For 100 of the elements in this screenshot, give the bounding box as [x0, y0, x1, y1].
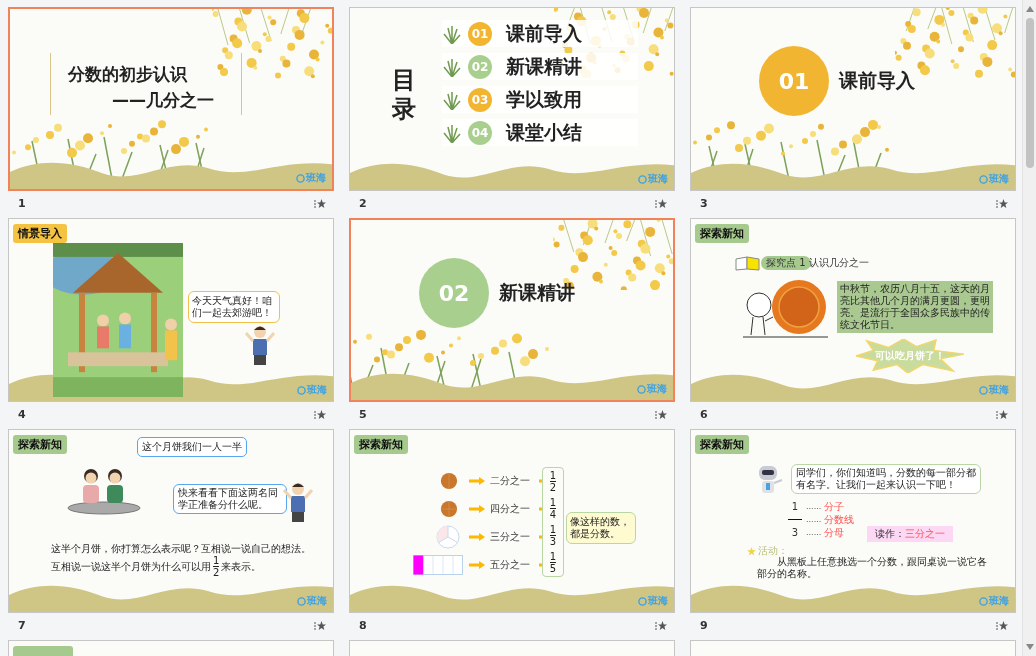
scroll-up-icon[interactable]	[1025, 6, 1034, 12]
animation-star-icon[interactable]	[655, 409, 667, 420]
logo-text: 班海	[647, 382, 667, 396]
fraction: 1 5	[549, 551, 557, 574]
reading-label: 读作：	[875, 528, 905, 539]
logo-icon	[979, 596, 988, 606]
logo-text: 班海	[989, 594, 1009, 608]
logo-icon	[638, 174, 647, 184]
mooncake-icon	[440, 500, 458, 518]
number-circle: 03	[468, 87, 492, 112]
part-name: 分数线	[824, 512, 855, 527]
slide-thumbnail[interactable]: 班海 探索新知 同学们，你们知道吗，分数的每一部分都有名字。让我们一起来认识一下吧！ 1 ...... 分子 ...... 分数线 3 ...... 分母 读作：三分之一 活动： 从黑板上任意挑选一个分数，跟同桌说一说它各部分的名称。	[690, 429, 1016, 613]
question-text: 这半个月饼，你打算怎么表示呢？互相说一说自己的想法。	[51, 542, 311, 556]
animation-star-icon[interactable]	[655, 198, 667, 209]
book-icon	[735, 255, 761, 271]
slide-thumbnail[interactable]: 班海 01 课前导入	[690, 7, 1016, 191]
section-tag: 情景导入	[13, 224, 67, 243]
burst-text: 可以吃月饼了！	[875, 349, 945, 363]
logo-icon	[296, 173, 305, 183]
section-number: 01	[759, 46, 829, 116]
arrow-icon	[469, 505, 485, 513]
speech-bubble: 同学们，你们知道吗，分数的每一部分都有名字。让我们一起来认识一下吧！	[791, 464, 981, 494]
bar-fifths-icon	[412, 555, 464, 575]
scrollbar-thumb[interactable]	[1025, 18, 1034, 168]
section-title: 课前导入	[839, 68, 915, 93]
speech-bubble: 快来看看下面这两名同学正准备分什么呢。	[173, 484, 287, 514]
logo-icon	[638, 596, 647, 606]
slide-thumbnail[interactable]: 班海 分数的初步认识 ——几分之一	[8, 7, 334, 191]
teacher-figure	[245, 325, 275, 365]
slide-subtitle: ——几分之一	[112, 89, 214, 112]
logo-text: 班海	[648, 172, 668, 186]
logo-text: 班海	[307, 594, 327, 608]
slide-number: 7	[18, 619, 26, 632]
section-tag: 探索新知	[13, 435, 67, 454]
scrollbar[interactable]	[1022, 0, 1036, 656]
arrow-icon	[469, 561, 485, 569]
question-text: 互相说一说这半个月饼为什么可以用	[51, 560, 211, 574]
fraction-digit: 1	[791, 501, 799, 512]
logo-text: 班海	[307, 383, 327, 397]
slide-thumbnail[interactable]: 班海 目 录 01 课前导入 02 新课精讲 03 学以致用 04 课堂小结	[349, 7, 675, 191]
grass-icon	[442, 122, 462, 143]
slide-number: 8	[359, 619, 367, 632]
animation-star-icon[interactable]	[314, 620, 326, 631]
slide-title: 分数的初步认识	[68, 63, 187, 86]
fraction: 1 4	[549, 497, 557, 520]
slide-thumbnail[interactable]: 班海 探索新知 探究点 1 认识几分之一 中秋节，农历八月十五，这天的月亮比其他几个月的满月更圆，更明亮。是流行于全国众多民族中的传统文化节日。 可以吃月饼了！	[690, 218, 1016, 402]
animation-star-icon[interactable]	[996, 409, 1008, 420]
logo-icon	[979, 385, 988, 395]
fraction: 1 2	[213, 556, 220, 578]
grass-icon	[442, 89, 462, 110]
slide-thumbnail[interactable]: 班海 探索新知 二分之一 四分之一 三分之一 五分之一 1 2 1 4 1 3 1 5 像这样的数，都是分数。	[349, 429, 675, 613]
fraction-name: 二分之一	[490, 474, 531, 488]
slide-thumbnail[interactable]: 班海 情景导入 今天天气真好！咱们一起去郊游吧！	[8, 218, 334, 402]
animation-star-icon[interactable]	[314, 409, 326, 420]
leader-dots: ......	[806, 502, 822, 511]
leader-dots: ......	[806, 528, 822, 537]
speech-bubble: 今天天气真好！咱们一起去郊游吧！	[188, 291, 280, 323]
number-circle: 01	[468, 21, 492, 46]
circle-thirds-icon	[436, 525, 460, 549]
animation-star-icon[interactable]	[996, 620, 1008, 631]
slide-number: 6	[700, 408, 708, 421]
fraction-name: 五分之一	[490, 558, 531, 572]
speech-bubble: 这个月饼我们一人一半	[137, 437, 247, 457]
animation-star-icon[interactable]	[655, 620, 667, 631]
logo-text: 班海	[648, 594, 668, 608]
story-paragraph: 中秋节，农历八月十五，这天的月亮比其他几个月的满月更圆，更明亮。是流行于全国众多民族中的传统文化节日。	[837, 281, 993, 333]
teacher-figure	[283, 482, 313, 522]
arrow-icon	[469, 533, 485, 541]
slide-number: 2	[359, 197, 367, 210]
slide-number: 4	[18, 408, 26, 421]
activity-text: 从黑板上任意挑选一个分数，跟同桌说一说它各部分的名称。	[757, 556, 988, 580]
logo-icon	[637, 384, 646, 394]
contents-heading: 目	[392, 66, 416, 95]
note-box: 像这样的数，都是分数。	[566, 512, 636, 544]
fraction: 1 3	[549, 524, 557, 547]
fraction-name: 三分之一	[490, 530, 531, 544]
section-title: 新课精讲	[499, 280, 575, 305]
contents-label: 课堂小结	[506, 119, 582, 145]
section-tag: 探索新知	[695, 435, 749, 454]
leader-dots: ......	[806, 515, 822, 524]
contents-label: 课前导入	[506, 20, 582, 46]
grass-icon	[442, 56, 462, 77]
slide-thumbnail[interactable]: 班海 02 新课精讲	[349, 218, 675, 402]
topic-title: 认识几分之一	[809, 256, 869, 270]
slide-number: 1	[18, 197, 26, 210]
animation-star-icon[interactable]	[314, 198, 326, 209]
logo-icon	[297, 596, 306, 606]
part-name: 分母	[824, 525, 845, 540]
scroll-down-icon[interactable]	[1025, 644, 1034, 650]
contents-heading: 录	[392, 94, 416, 124]
reading-value: 三分之一	[905, 528, 945, 539]
star-icon	[747, 546, 756, 556]
mooncake-icon	[440, 472, 458, 490]
logo-icon	[297, 385, 306, 395]
slide-number: 5	[359, 408, 367, 421]
arrow-icon	[469, 477, 485, 485]
contents-label: 新课精讲	[506, 53, 582, 79]
animation-star-icon[interactable]	[996, 198, 1008, 209]
logo-text: 班海	[306, 171, 326, 185]
fraction-name: 四分之一	[490, 502, 531, 516]
